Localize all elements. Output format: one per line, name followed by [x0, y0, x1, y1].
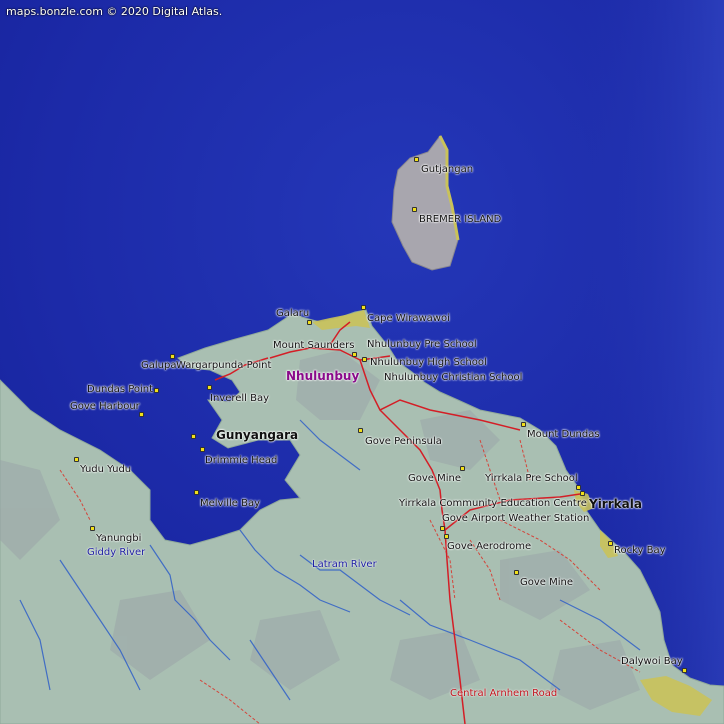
label-latram-river[interactable]: Latram River: [312, 559, 377, 571]
marker-dundas-point[interactable]: [154, 388, 159, 393]
label-gove-harbour[interactable]: Gove Harbour: [70, 401, 140, 413]
marker-melville-bay[interactable]: [194, 490, 199, 495]
label-gunyangara[interactable]: Gunyangara: [216, 428, 298, 442]
marker-dalywoi-bay[interactable]: [682, 668, 687, 673]
label-cape-wirawawoi[interactable]: Cape Wirawawoi: [367, 313, 450, 325]
marker-cape-wirawawoi[interactable]: [361, 305, 366, 310]
label-inverell-bay[interactable]: Inverell Bay: [210, 393, 269, 405]
map-view[interactable]: Gutjangan BREMER ISLAND Galaru Cape Wira…: [0, 0, 724, 724]
marker-gove-peninsula[interactable]: [358, 428, 363, 433]
label-yudu-yudu[interactable]: Yudu Yudu: [80, 464, 131, 476]
marker-inverell-bay[interactable]: [207, 385, 212, 390]
label-gutjangan[interactable]: Gutjangan: [421, 164, 473, 176]
marker-gutjangan[interactable]: [414, 157, 419, 162]
marker-drimmie-head[interactable]: [200, 447, 205, 452]
label-giddy-river[interactable]: Giddy River: [87, 547, 145, 559]
label-dundas-point[interactable]: Dundas Point: [87, 384, 153, 396]
marker-galaru[interactable]: [307, 320, 312, 325]
marker-bremer-island[interactable]: [412, 207, 417, 212]
label-nhulunbuy-high-school[interactable]: Nhulunbuy High School: [370, 357, 487, 369]
label-melville-bay[interactable]: Melville Bay: [200, 498, 260, 510]
marker-mount-dundas[interactable]: [521, 422, 526, 427]
label-drimmie-head[interactable]: Drimmie Head: [205, 455, 277, 467]
label-yirrkala-pre-school[interactable]: Yirrkala Pre School: [485, 473, 578, 485]
marker-nhulunbuy-high-school[interactable]: [362, 357, 367, 362]
marker-yanungbi[interactable]: [90, 526, 95, 531]
label-nhulunbuy-christian-school[interactable]: Nhulunbuy Christian School: [384, 372, 522, 384]
label-rocky-bay[interactable]: Rocky Bay: [614, 545, 666, 557]
label-yanungbi[interactable]: Yanungbi: [96, 533, 141, 545]
marker-gove-mine-north[interactable]: [460, 466, 465, 471]
label-gove-peninsula[interactable]: Gove Peninsula: [365, 436, 442, 448]
marker-gove-airport-weather-station[interactable]: [440, 526, 445, 531]
label-gove-mine-south[interactable]: Gove Mine: [520, 577, 573, 589]
label-nhulunbuy-pre-school[interactable]: Nhulunbuy Pre School: [367, 339, 477, 351]
label-yirrkala[interactable]: Yirrkala: [589, 497, 642, 511]
label-gove-mine-north[interactable]: Gove Mine: [408, 473, 461, 485]
marker-mount-saunders[interactable]: [352, 352, 357, 357]
map-terrain: [0, 0, 724, 724]
label-mount-saunders[interactable]: Mount Saunders: [273, 340, 355, 352]
label-galupa[interactable]: Galupa: [141, 360, 176, 372]
label-mount-dundas[interactable]: Mount Dundas: [527, 429, 600, 441]
marker-yirrkala-pre-school[interactable]: [576, 485, 581, 490]
label-gove-airport-weather-station[interactable]: Gove Airport Weather Station: [442, 513, 589, 525]
marker-yirrkala[interactable]: [580, 491, 585, 496]
label-bremer-island[interactable]: BREMER ISLAND: [419, 214, 501, 226]
marker-galupa[interactable]: [170, 354, 175, 359]
label-yirrkala-community-education-centre[interactable]: Yirrkala Community Education Centre: [399, 498, 587, 510]
label-galaru[interactable]: Galaru: [276, 308, 309, 320]
marker-yudu-yudu[interactable]: [74, 457, 79, 462]
marker-rocky-bay[interactable]: [608, 541, 613, 546]
map-credit: maps.bonzle.com © 2020 Digital Atlas.: [6, 5, 223, 18]
label-central-arnhem-road[interactable]: Central Arnhem Road: [450, 688, 557, 700]
label-wargarpunda-point[interactable]: Wargarpunda Point: [176, 360, 271, 372]
marker-gove-aerodrome[interactable]: [444, 534, 449, 539]
label-nhulunbuy[interactable]: Nhulunbuy: [286, 369, 359, 383]
label-gove-aerodrome[interactable]: Gove Aerodrome: [447, 541, 531, 553]
marker-gunyangara[interactable]: [191, 434, 196, 439]
marker-gove-mine-south[interactable]: [514, 570, 519, 575]
label-dalywoi-bay[interactable]: Dalywoi Bay: [621, 656, 683, 668]
